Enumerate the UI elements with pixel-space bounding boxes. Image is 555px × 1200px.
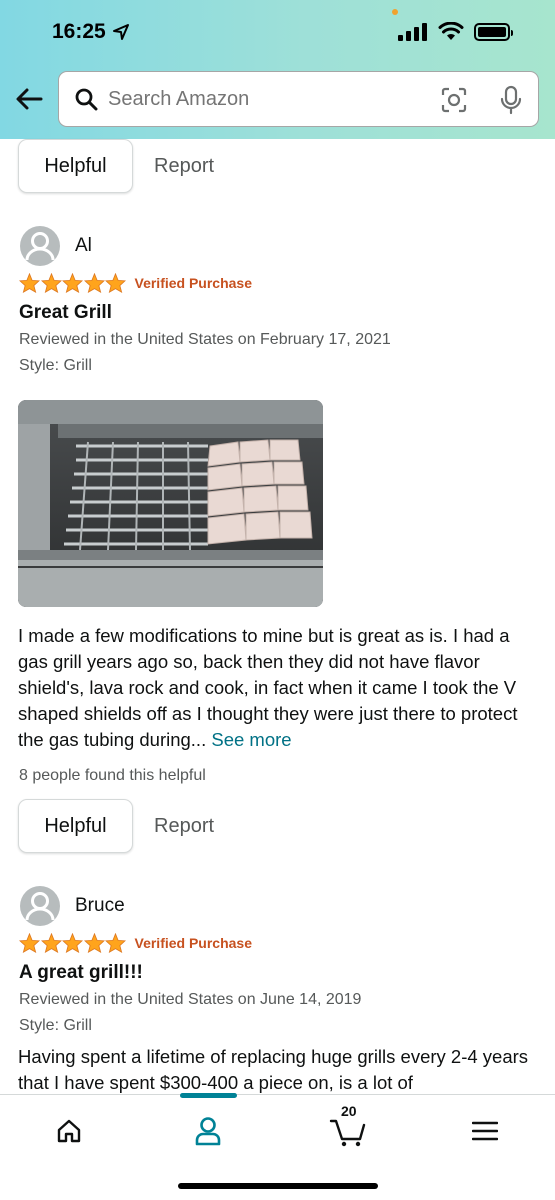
review-style: Style: Grill (19, 1017, 92, 1034)
nav-home[interactable] (49, 1111, 89, 1151)
report-link[interactable]: Report (154, 799, 214, 853)
reviewer-name: Al (75, 235, 92, 256)
star-icon (62, 933, 83, 953)
star-icon (105, 933, 126, 953)
nav-menu[interactable] (465, 1111, 505, 1151)
search-bar[interactable] (58, 71, 539, 127)
star-icon (40, 933, 62, 953)
review-date: Reviewed in the United States on June 14… (19, 991, 362, 1008)
cart-icon (329, 1119, 366, 1147)
search-icon (75, 88, 98, 111)
review-date: Reviewed in the United States on Februar… (19, 331, 391, 348)
grill-photo-illustration (18, 400, 323, 607)
star-icon (40, 273, 62, 293)
status-time: 16:25 (52, 20, 130, 44)
verified-purchase-badge: Verified Purchase (134, 275, 253, 291)
cart-count-badge: 20 (341, 1103, 357, 1119)
helpful-count: 8 people found this helpful (19, 767, 206, 784)
report-link[interactable]: Report (154, 139, 214, 193)
status-bar: 16:25 (0, 0, 555, 64)
star-icon (105, 273, 126, 293)
battery-icon (474, 22, 513, 41)
helpful-button[interactable]: Helpful (18, 139, 133, 193)
star-icon (62, 273, 83, 293)
star-icon (19, 933, 40, 953)
review-photo[interactable] (18, 400, 323, 607)
reviewer[interactable]: Bruce (20, 886, 125, 926)
wifi-icon (438, 22, 464, 40)
status-time-label: 16:25 (52, 20, 106, 43)
home-icon (57, 1119, 81, 1143)
signal-icon (398, 22, 427, 41)
review-body: I made a few modifications to mine but i… (18, 623, 543, 753)
back-arrow-icon (16, 88, 43, 110)
nav-account[interactable] (188, 1111, 228, 1151)
rating-row: Verified Purchase (19, 273, 252, 293)
privacy-indicator-dot (392, 9, 398, 15)
menu-icon (472, 1121, 498, 1141)
home-indicator[interactable] (178, 1183, 378, 1189)
back-button[interactable] (14, 84, 44, 114)
star-icon (83, 273, 105, 293)
star-icon (19, 273, 40, 293)
status-icons (398, 22, 513, 41)
account-icon (195, 1117, 221, 1146)
reviewer[interactable]: Al (20, 226, 92, 266)
search-input[interactable] (108, 87, 428, 111)
reviewer-name: Bruce (75, 895, 125, 916)
see-more-link[interactable]: See more (211, 729, 291, 750)
review-style: Style: Grill (19, 357, 92, 374)
star-icon (83, 933, 105, 953)
app-header: 16:25 (0, 0, 555, 139)
avatar (20, 886, 60, 926)
avatar (20, 226, 60, 266)
review-body-text: Having spent a lifetime of replacing hug… (18, 1046, 529, 1093)
verified-purchase-badge: Verified Purchase (134, 935, 253, 951)
review-body: Having spent a lifetime of replacing hug… (18, 1044, 543, 1094)
rating-row: Verified Purchase (19, 933, 252, 953)
helpful-button[interactable]: Helpful (18, 799, 133, 853)
location-arrow-icon (112, 24, 129, 40)
active-tab-indicator (180, 1093, 237, 1098)
review-title: A great grill!!! (19, 962, 143, 983)
microphone-icon[interactable] (499, 85, 523, 115)
user-silhouette-icon (25, 232, 55, 261)
camera-lens-icon[interactable] (441, 87, 467, 113)
review-title: Great Grill (19, 302, 112, 323)
user-silhouette-icon (25, 892, 55, 921)
